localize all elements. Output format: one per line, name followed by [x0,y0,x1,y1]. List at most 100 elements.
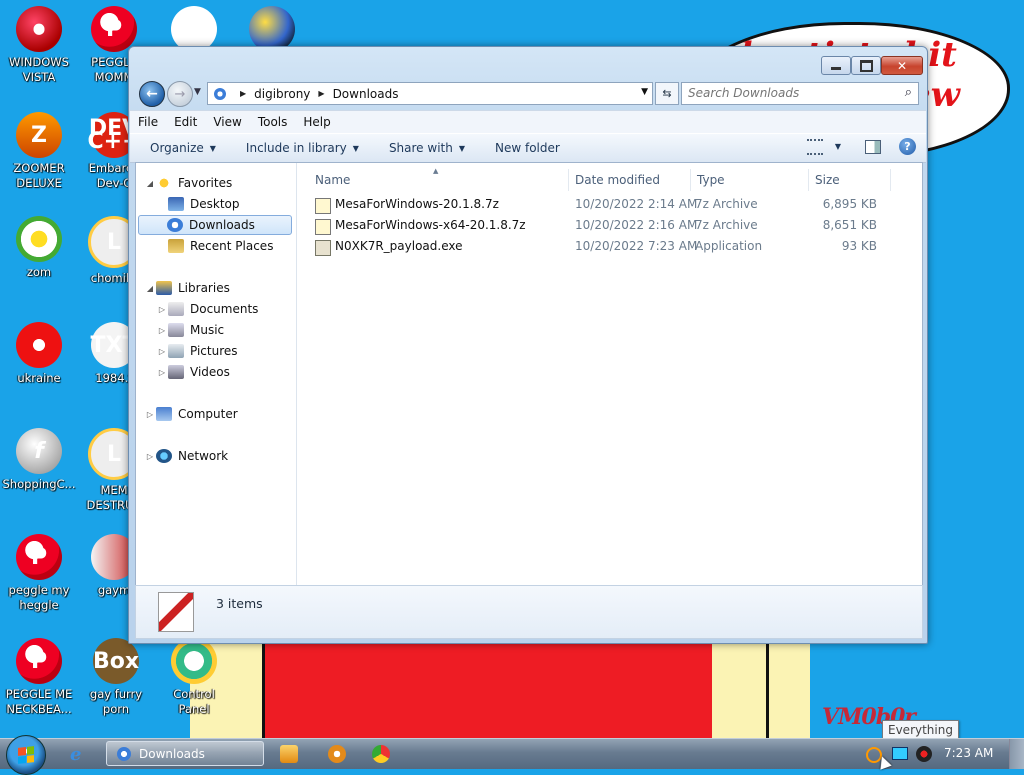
file-date: 10/20/2022 7:23 AM [575,239,698,253]
downloads-icon [167,218,183,232]
breadcrumb-separator-icon[interactable]: ▶ [318,89,324,98]
desktop-icon-windows-vista[interactable]: ⏺ WINDOWS VISTA [1,6,77,85]
show-desktop-button[interactable] [1009,739,1024,769]
search-box[interactable]: ⌕ [681,82,919,105]
nav-desktop[interactable]: Desktop [168,194,240,214]
nav-favorites[interactable]: ◢ Favorites [144,173,232,193]
help-icon[interactable]: ? [899,138,916,155]
nav-downloads[interactable]: Downloads [138,215,292,235]
search-input[interactable] [688,84,888,101]
close-button[interactable]: ✕ [881,56,923,75]
taskbar-button-label: Downloads [139,746,205,761]
peggle-icon: P [16,638,62,684]
wallpaper-yellow-shape-right [712,644,769,740]
clock[interactable]: 7:23 AM [944,746,993,760]
preview-pane-icon[interactable] [865,139,881,154]
expand-icon[interactable]: ▷ [144,410,156,419]
desktop-icon-shopping[interactable]: f ShoppingC... [1,428,77,492]
item-count: 3 items [216,596,263,611]
menu-help[interactable]: Help [295,115,338,129]
new-folder-button[interactable]: New folder [477,141,572,155]
address-dropdown-icon[interactable]: ▼ [641,87,648,97]
file-type: 7z Archive [695,218,758,232]
desktop-icon-zom[interactable]: zom [1,216,77,280]
start-button[interactable] [6,735,46,775]
file-row[interactable]: MesaForWindows-20.1.8.7z 10/20/2022 2:14… [297,195,917,215]
nav-libraries[interactable]: ◢ Libraries [144,278,230,298]
explorer-window[interactable]: ✕ ← → ▼ ▶ digibrony ▶ Downloads ▼ ⇆ ⌕ Fi… [128,46,928,644]
expand-icon[interactable]: ▷ [156,368,168,377]
breadcrumb-digibrony[interactable]: digibrony [254,87,310,101]
nav-videos[interactable]: ▷ Videos [156,362,230,382]
change-view-icon[interactable] [806,138,823,155]
internet-explorer-icon[interactable]: e [70,744,92,765]
column-header-name[interactable]: Name ▲ [297,167,569,191]
volume-tray-icon[interactable] [916,746,932,762]
expand-icon[interactable]: ▷ [156,326,168,335]
close-icon: ✕ [896,58,908,73]
desktop-icon-zoomer-deluxe[interactable]: Z ZOOMER DELUXE [1,112,77,191]
minimize-button[interactable] [821,56,851,75]
nav-music[interactable]: ▷ Music [156,320,224,340]
address-bar[interactable]: ▶ digibrony ▶ Downloads ▼ [207,82,653,105]
menu-file[interactable]: File [130,115,166,129]
details-pane: 3 items [135,585,923,639]
tooltip: Everything [882,720,959,740]
desktop-icon-label: ShoppingC... [2,477,76,491]
desktop-icon-ukraine[interactable]: ukraine [1,322,77,386]
archive-icon [315,219,331,235]
chevron-down-icon[interactable]: ▼ [835,142,841,151]
nav-network[interactable]: ▷ Network [144,446,228,466]
forward-button[interactable]: → [167,81,193,107]
nav-favorites-label: Favorites [178,176,233,190]
share-with-button[interactable]: Share with ▼ [371,141,477,155]
explorer-icon [117,746,131,761]
nav-recent-places[interactable]: Recent Places [168,236,273,256]
column-name-label: Name [315,173,351,187]
search-icon[interactable]: ⌕ [905,85,912,100]
desktop-icon-control-panel[interactable]: Control Panel [156,638,232,717]
desktop-icon-label: PEGGLE ME NECKBEA... [5,687,73,716]
nav-network-label: Network [178,449,229,463]
collapse-icon[interactable]: ◢ [144,284,156,293]
desktop-icon-label: zom [26,265,52,279]
column-header-size[interactable]: Size [809,169,891,191]
expand-icon[interactable]: ▷ [156,347,168,356]
nav-recent-label: Recent Places [190,239,274,253]
media-player-icon[interactable] [280,745,298,763]
breadcrumb-downloads[interactable]: Downloads [333,87,399,101]
breadcrumb-separator-icon[interactable]: ▶ [240,89,246,98]
include-in-library-button[interactable]: Include in library ▼ [228,141,371,155]
recent-pages-dropdown[interactable]: ▼ [194,87,201,97]
collapse-icon[interactable]: ◢ [144,179,156,188]
desktop-icon-peggle-me-neckbeard[interactable]: P PEGGLE ME NECKBEA... [1,638,77,717]
file-row[interactable]: MesaForWindows-x64-20.1.8.7z 10/20/2022 … [297,216,917,236]
nav-documents[interactable]: ▷ Documents [156,299,258,319]
column-header-date[interactable]: Date modified [569,169,691,191]
file-row[interactable]: N0XK7R_payload.exe 10/20/2022 7:23 AM Ap… [297,237,917,257]
file-name: MesaForWindows-20.1.8.7z [335,197,499,211]
chrome-icon[interactable] [372,745,390,763]
menu-view[interactable]: View [205,115,249,129]
nav-pictures[interactable]: ▷ Pictures [156,341,238,361]
expand-icon[interactable]: ▷ [156,305,168,314]
organize-button[interactable]: Organize ▼ [130,141,228,155]
maximize-button[interactable] [851,56,881,75]
arrow-left-icon: ← [146,86,158,102]
column-header-type[interactable]: Type [691,169,809,191]
view-controls: ▼ ? [806,138,916,155]
nav-computer[interactable]: ▷ Computer [144,404,238,424]
back-button[interactable]: ← [139,81,165,107]
network-tray-icon[interactable] [892,747,908,760]
desktop-icon-peggle-my-heggle[interactable]: P peggle my heggle [1,534,77,613]
new-folder-label: New folder [495,141,560,155]
expand-icon[interactable]: ▷ [144,452,156,461]
desktop-icon-gay-furry-porn[interactable]: Box gay furry porn [78,638,154,717]
taskbar-button-downloads[interactable]: Downloads [106,741,264,766]
refresh-button[interactable]: ⇆ [655,82,679,105]
share-with-label: Share with [388,141,453,155]
menu-tools[interactable]: Tools [250,115,296,129]
chevron-down-icon: ▼ [209,143,216,153]
menu-edit[interactable]: Edit [166,115,205,129]
gears-app-icon[interactable] [328,745,346,763]
